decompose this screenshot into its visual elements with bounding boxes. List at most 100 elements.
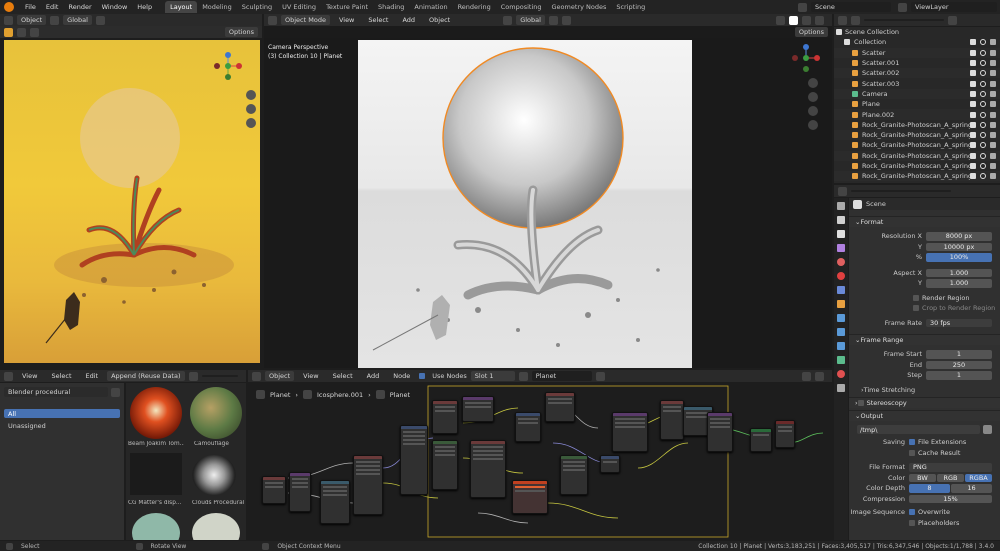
tab-uv-editing[interactable]: UV Editing: [277, 1, 321, 13]
frame-rate-dropdown[interactable]: 30 fps: [926, 318, 992, 327]
node[interactable]: [432, 440, 458, 490]
texture-tab-icon[interactable]: [837, 384, 845, 392]
eye-icon[interactable]: [980, 90, 986, 97]
asset-search-input[interactable]: [202, 375, 239, 377]
eye-icon[interactable]: [980, 60, 986, 67]
object-mode-button[interactable]: Object: [17, 15, 47, 25]
node[interactable]: [262, 476, 286, 504]
transform-pivot-icon[interactable]: [50, 15, 60, 25]
scene-name[interactable]: Scene: [811, 2, 891, 12]
eye-icon[interactable]: [980, 111, 986, 118]
node[interactable]: [512, 480, 548, 514]
menu-window[interactable]: Window: [97, 3, 133, 11]
outliner-item[interactable]: Rock_Granite-Photoscan_A_spring: [834, 140, 1000, 150]
visibility-checkbox-icon[interactable]: [970, 49, 976, 56]
crop-region-checkbox[interactable]: [913, 305, 919, 312]
proportional-edit-icon[interactable]: [561, 15, 571, 25]
viewlayer-selector[interactable]: ViewLayer: [898, 2, 997, 12]
eye-icon[interactable]: [980, 132, 986, 139]
eye-icon[interactable]: [980, 101, 986, 108]
node[interactable]: [515, 412, 541, 442]
outliner-item[interactable]: Plane.002: [834, 109, 1000, 120]
pin-icon[interactable]: [595, 371, 605, 381]
object-mode-dropdown[interactable]: Object Mode: [281, 15, 330, 25]
outliner-item[interactable]: Scatter.001: [834, 58, 1000, 68]
select-box-icon[interactable]: [17, 27, 26, 37]
render-camera-icon[interactable]: [990, 132, 996, 139]
scene-tab-icon[interactable]: [837, 258, 845, 266]
resolution-x-field[interactable]: 8000 px: [926, 232, 992, 241]
visibility-checkbox-icon[interactable]: [970, 60, 976, 67]
modifier-tab-icon[interactable]: [837, 314, 845, 322]
outliner-item[interactable]: Rock_Granite-Photoscan_A_spring: [834, 129, 1000, 141]
menu-object[interactable]: Object: [424, 16, 455, 24]
render-camera-icon[interactable]: [990, 60, 996, 67]
asset-thumb[interactable]: [190, 387, 242, 439]
outliner-item[interactable]: Rock_Granite-Photoscan_A_spring: [834, 120, 1000, 130]
transform-orientation-dropdown[interactable]: Global: [63, 15, 92, 25]
editor-type-icon[interactable]: [252, 371, 261, 381]
frame-start-field[interactable]: 1: [926, 350, 992, 359]
select-tool-icon[interactable]: [4, 27, 13, 37]
catalog-all[interactable]: All: [4, 409, 120, 418]
menu-help[interactable]: Help: [132, 3, 157, 11]
menu-select[interactable]: Select: [328, 372, 358, 380]
eye-icon[interactable]: [980, 173, 986, 180]
eye-icon[interactable]: [980, 49, 986, 56]
viewport-shading-wire-icon[interactable]: [776, 15, 785, 25]
outliner-item[interactable]: Plane: [834, 99, 1000, 109]
editor-type-icon[interactable]: [838, 186, 847, 196]
render-camera-icon[interactable]: [990, 101, 996, 108]
visibility-checkbox-icon[interactable]: [970, 132, 976, 139]
options-button[interactable]: Options: [224, 27, 258, 37]
menu-view[interactable]: View: [334, 16, 359, 24]
visibility-checkbox-icon[interactable]: [970, 39, 976, 46]
tab-geometry-nodes[interactable]: Geometry Nodes: [547, 1, 612, 13]
eye-icon[interactable]: [980, 39, 986, 46]
viewlayer-name[interactable]: ViewLayer: [911, 2, 997, 12]
outliner-search-input[interactable]: [864, 19, 944, 21]
display-mode-icon[interactable]: [189, 371, 199, 381]
pan-hand-icon[interactable]: [246, 104, 256, 114]
scene-selector[interactable]: Scene: [798, 2, 891, 12]
tab-sculpting[interactable]: Sculpting: [237, 1, 277, 13]
asset-thumb[interactable]: [130, 387, 182, 439]
frame-step-field[interactable]: 1: [926, 371, 992, 380]
tool-tab-icon[interactable]: [837, 202, 845, 210]
camera-view-icon[interactable]: [808, 106, 818, 116]
visibility-checkbox-icon[interactable]: [970, 121, 976, 128]
render-camera-icon[interactable]: [990, 121, 996, 128]
world-tab-icon[interactable]: [837, 272, 845, 280]
node[interactable]: [320, 480, 350, 524]
time-stretching-subpanel[interactable]: › Time Stretching: [849, 385, 1000, 396]
navigation-gizmo[interactable]: [214, 52, 242, 80]
color-bw-option[interactable]: BW: [909, 473, 936, 482]
editor-type-icon[interactable]: [4, 15, 13, 25]
stereoscopy-checkbox[interactable]: [857, 400, 864, 406]
menu-edit[interactable]: Edit: [81, 372, 104, 380]
menu-file[interactable]: File: [20, 3, 41, 11]
node[interactable]: [353, 455, 383, 515]
visibility-checkbox-icon[interactable]: [970, 142, 976, 149]
output-tab-icon[interactable]: [837, 230, 845, 238]
zoom-icon[interactable]: [246, 90, 256, 100]
outliner-item[interactable]: Scatter: [834, 47, 1000, 58]
outliner-item[interactable]: Rock_Granite-Photoscan_A_spring: [834, 150, 1000, 161]
format-section-header[interactable]: ⌄ Format: [849, 216, 1000, 227]
material-icon[interactable]: [518, 371, 528, 381]
menu-view[interactable]: View: [298, 372, 323, 380]
snap-icon[interactable]: [548, 15, 558, 25]
render-camera-icon[interactable]: [990, 70, 996, 77]
rendered-viewport[interactable]: [4, 40, 260, 363]
physics-tab-icon[interactable]: [837, 342, 845, 350]
material-name-field[interactable]: Planet: [531, 371, 592, 381]
node[interactable]: [612, 412, 648, 452]
transform-orientation-dropdown[interactable]: Global: [516, 15, 545, 25]
eye-icon[interactable]: [980, 152, 986, 159]
blender-logo-icon[interactable]: [4, 2, 14, 12]
render-camera-icon[interactable]: [990, 142, 996, 149]
compression-slider[interactable]: 15%: [909, 494, 992, 503]
outliner-item[interactable]: Scatter.002: [834, 68, 1000, 79]
aspect-x-field[interactable]: 1.000: [926, 268, 992, 277]
camera-view-icon[interactable]: [246, 118, 256, 128]
